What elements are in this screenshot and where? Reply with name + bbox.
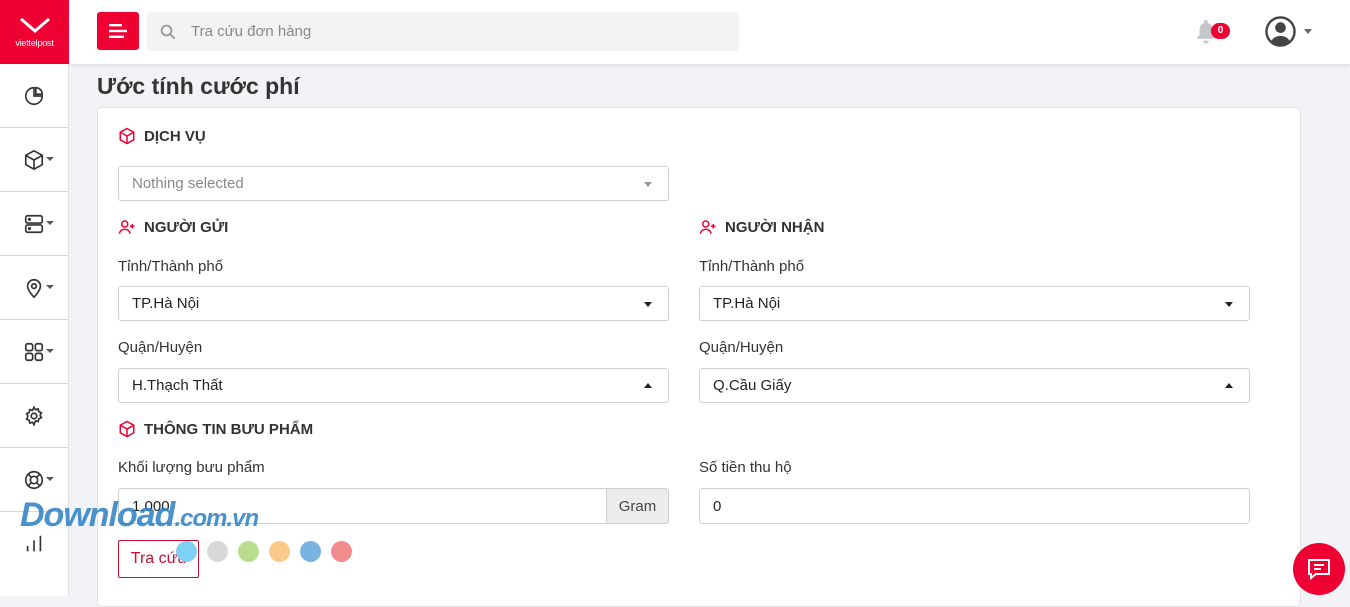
receiver-section-heading: NGƯỜI NHẬN (699, 218, 824, 236)
receiver-district-value: Q.Cầu Giấy (713, 377, 792, 394)
search-input[interactable] (191, 23, 711, 40)
receiver-province-select[interactable]: TP.Hà Nội (699, 286, 1250, 321)
receiver-province-value: TP.Hà Nội (713, 295, 781, 312)
receiver-province-label: Tỉnh/Thành phố (699, 258, 805, 275)
sidebar-item-address[interactable] (0, 256, 68, 320)
watermark-dot (238, 541, 259, 562)
sidebar-item-storage[interactable] (0, 192, 68, 256)
watermark-logo: Download.com.vn (20, 496, 259, 535)
chat-icon (1308, 559, 1330, 581)
user-avatar[interactable] (1265, 16, 1296, 47)
watermark-dot (300, 541, 321, 562)
box-icon (24, 149, 44, 170)
watermark-main: Download (20, 496, 175, 534)
watermark-dot (207, 541, 228, 562)
user-add-icon (699, 220, 716, 234)
sender-heading-text: NGƯỜI GỬI (144, 218, 229, 236)
watermark-dot (331, 541, 352, 562)
menu-toggle-button[interactable] (97, 12, 139, 50)
sidebar-item-apps[interactable] (0, 320, 68, 384)
brand-name: viettelpost (15, 38, 54, 48)
sender-section-heading: NGƯỜI GỬI (118, 218, 228, 236)
caret-down-icon (1225, 302, 1233, 307)
chat-button[interactable] (1293, 543, 1345, 595)
sidebar-item-settings[interactable] (0, 384, 68, 448)
sidebar-item-dashboard[interactable] (0, 64, 68, 128)
viettelpost-logo[interactable]: viettelpost (0, 0, 69, 64)
chevron-down-icon (46, 477, 54, 481)
box-icon (119, 127, 135, 145)
chevron-down-icon (46, 285, 54, 289)
sender-province-select[interactable]: TP.Hà Nội (118, 286, 669, 321)
bar-chart-icon (26, 535, 42, 552)
package-section-heading: THÔNG TIN BƯU PHẨM (118, 420, 313, 438)
user-add-icon (118, 220, 135, 234)
notifications-button[interactable]: 0 (1195, 18, 1230, 46)
sender-province-value: TP.Hà Nội (132, 295, 200, 312)
hamburger-icon (109, 24, 127, 38)
sidebar-item-orders[interactable] (0, 128, 68, 192)
weight-label: Khối lượng bưu phẩm (118, 459, 265, 476)
gear-icon (25, 405, 43, 427)
search-bar (147, 12, 739, 51)
cod-label: Số tiền thu hộ (699, 459, 792, 476)
sender-district-select[interactable]: H.Thạch Thất (118, 368, 669, 403)
receiver-district-label: Quận/Huyện (699, 339, 784, 356)
service-select-value: Nothing selected (132, 175, 244, 192)
map-pin-icon (26, 278, 42, 298)
watermark-suffix: .com.vn (174, 505, 259, 532)
service-heading-text: DỊCH VỤ (144, 127, 206, 145)
box-icon (119, 420, 135, 438)
package-heading-text: THÔNG TIN BƯU PHẨM (144, 420, 314, 438)
receiver-heading-text: NGƯỜI NHẬN (725, 218, 825, 236)
user-icon (1265, 16, 1296, 47)
chevron-down-icon (46, 221, 54, 225)
caret-down-icon (644, 182, 652, 187)
topbar: 0 (69, 0, 1350, 64)
caret-up-icon (644, 383, 652, 388)
search-icon (160, 24, 176, 39)
caret-down-icon (644, 302, 652, 307)
chevron-down-icon (46, 349, 54, 353)
service-section-heading: DỊCH VỤ (118, 127, 206, 145)
watermark-dots (176, 541, 362, 562)
page-title: Ước tính cước phí (97, 73, 300, 99)
sender-district-label: Quận/Huyện (118, 339, 203, 356)
cod-input[interactable]: 0 (699, 488, 1250, 524)
sender-province-label: Tỉnh/Thành phố (118, 258, 224, 275)
watermark-dot (269, 541, 290, 562)
watermark-dot (176, 541, 197, 562)
grid-icon (24, 342, 44, 361)
pie-chart-icon (24, 86, 44, 105)
lifebuoy-icon (24, 470, 44, 489)
notification-count-badge: 0 (1211, 23, 1230, 39)
logo-check-icon (19, 17, 50, 33)
sender-district-value: H.Thạch Thất (132, 377, 223, 394)
receiver-district-select[interactable]: Q.Cầu Giấy (699, 368, 1250, 403)
chevron-down-icon[interactable] (1304, 29, 1312, 34)
service-select[interactable]: Nothing selected (118, 166, 669, 201)
caret-up-icon (1225, 383, 1233, 388)
chevron-down-icon (46, 157, 54, 161)
server-icon (24, 214, 44, 233)
weight-unit-addon: Gram (606, 488, 669, 524)
